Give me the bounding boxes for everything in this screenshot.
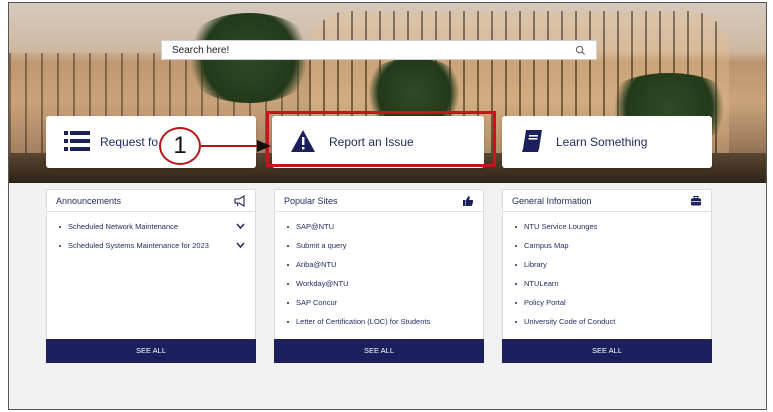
list-item[interactable]: Policy Portal xyxy=(513,298,703,317)
popular-sites-see-all-button[interactable]: SEE ALL xyxy=(274,339,484,363)
thumbs-up-icon xyxy=(463,196,474,206)
list-item[interactable]: Scheduled Systems Maintenance for 2023 xyxy=(57,241,247,260)
list-icon xyxy=(64,131,90,151)
general-info-see-all-button[interactable]: SEE ALL xyxy=(502,339,712,363)
request-card-label: Request fo xyxy=(100,135,159,149)
list-item[interactable]: Campus Map xyxy=(513,241,703,260)
list-item[interactable]: Letter of Certification (LOC) for Studen… xyxy=(285,317,475,336)
search-icon[interactable] xyxy=(575,45,586,56)
learn-card[interactable]: Learn Something xyxy=(502,116,712,168)
search-input[interactable] xyxy=(172,43,552,58)
popular-sites-header: Popular Sites xyxy=(275,190,483,212)
chevron-down-icon[interactable] xyxy=(236,241,245,249)
portal-frame: Request fo Report an Issue Learn Somethi… xyxy=(8,2,767,410)
general-info-header: General Information xyxy=(503,190,711,212)
list-item[interactable]: NTULearn xyxy=(513,279,703,298)
announcements-panel: Announcements Scheduled Network Maintena… xyxy=(46,189,256,361)
list-item[interactable]: SAP Concur xyxy=(285,298,475,317)
learn-card-label: Learn Something xyxy=(556,135,648,149)
search-bar[interactable] xyxy=(161,40,597,60)
general-info-title: General Information xyxy=(512,196,592,206)
announcements-header: Announcements xyxy=(47,190,255,212)
popular-sites-panel: Popular Sites SAP@NTU Submit a query Ari… xyxy=(274,189,484,361)
book-icon xyxy=(522,130,542,152)
popular-sites-title: Popular Sites xyxy=(284,196,338,206)
arrow-icon xyxy=(201,140,271,152)
announcements-title: Announcements xyxy=(56,196,122,206)
list-item[interactable]: Ariba@NTU xyxy=(285,260,475,279)
list-item[interactable]: NTU Service Lounges xyxy=(513,222,703,241)
highlight-box xyxy=(266,111,496,167)
list-item[interactable]: Scheduled Network Maintenance xyxy=(57,222,247,241)
step-callout: 1 xyxy=(159,127,201,165)
announcements-see-all-button[interactable]: SEE ALL xyxy=(46,339,256,363)
list-item[interactable]: Submit a query xyxy=(285,241,475,260)
general-info-panel: General Information NTU Service Lounges … xyxy=(502,189,712,361)
list-item[interactable]: SAP@NTU xyxy=(285,222,475,241)
list-item[interactable]: University Code of Conduct xyxy=(513,317,703,336)
chevron-down-icon[interactable] xyxy=(236,222,245,230)
megaphone-icon xyxy=(234,195,245,207)
briefcase-icon xyxy=(691,196,701,206)
list-item[interactable]: Library xyxy=(513,260,703,279)
list-item[interactable]: Workday@NTU xyxy=(285,279,475,298)
